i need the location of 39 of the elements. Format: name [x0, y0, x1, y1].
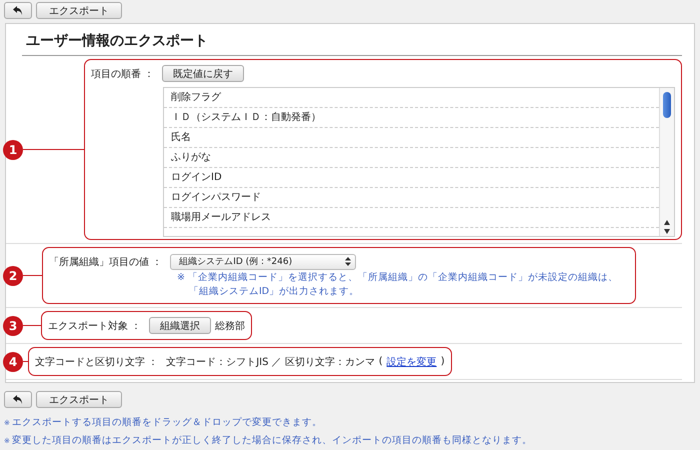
field-label: 項目の順番 ：	[91, 68, 154, 80]
list-item[interactable]: ＩＤ（システムＩＤ：自動発番）	[164, 108, 659, 128]
selected-organization: 総務部	[215, 320, 246, 332]
note-text: ※ 「企業内組織コード」を選択すると、「所属組織」の「企業内組織コード」が未設定の組織は、	[177, 271, 619, 285]
field-label: 「所属組織」項目の値 ：	[49, 256, 162, 268]
back-button[interactable]	[4, 2, 32, 19]
field-label: エクスポート対象 ：	[48, 320, 142, 332]
callout-number-badge: 1	[3, 140, 23, 160]
list-item[interactable]: ふりがな	[164, 148, 659, 168]
reset-default-button[interactable]: 既定値に戻す	[162, 65, 244, 82]
scrollbar-thumb[interactable]	[663, 92, 671, 118]
callout-number-badge: 2	[3, 266, 23, 286]
export-button[interactable]: エクスポート	[36, 391, 122, 408]
list-item[interactable]: 氏名	[164, 128, 659, 148]
list-item[interactable]: ログインパスワード	[164, 188, 659, 208]
back-arrow-icon	[13, 395, 23, 404]
back-button[interactable]	[4, 391, 32, 408]
callout-number-badge: 4	[3, 352, 23, 372]
paren-text: )	[440, 356, 445, 367]
export-button[interactable]: エクスポート	[36, 2, 122, 19]
footnote-text: エクスポートする項目の順番をドラッグ＆ドロップで変更できます。	[12, 417, 322, 428]
footnote-text: 変更した項目の順番はエクスポートが正しく終了した場合に保存され、インポートの項目の順番も同様となります。	[12, 435, 532, 446]
page-title: ユーザー情報のエクスポート	[26, 32, 209, 50]
change-settings-link[interactable]: 設定を変更	[386, 354, 437, 368]
updown-caret-icon	[345, 257, 352, 266]
list-item[interactable]: 職場用メールアドレス	[164, 208, 659, 228]
scroll-up-arrow-icon[interactable]	[664, 220, 670, 225]
encoding-value: 文字コード：シフトJIS ／ 区切り文字：カンマ	[166, 356, 375, 368]
note-text: 「組織システムID」が出力されます。	[189, 285, 360, 299]
value-dropdown[interactable]: 組織システムID (例 : *246)	[170, 254, 356, 270]
list-item[interactable]: ログインID	[164, 168, 659, 188]
organization-select-button[interactable]: 組織選択	[149, 317, 212, 334]
scrollbar[interactable]	[659, 88, 674, 236]
list-item[interactable]: 削除フラグ	[164, 88, 659, 108]
callout-number-badge: 3	[3, 316, 23, 336]
paren-text: (	[378, 356, 383, 367]
scroll-down-arrow-icon[interactable]	[664, 229, 670, 234]
field-label: 文字コードと区切り文字 ：	[35, 356, 158, 368]
back-arrow-icon	[13, 6, 23, 15]
